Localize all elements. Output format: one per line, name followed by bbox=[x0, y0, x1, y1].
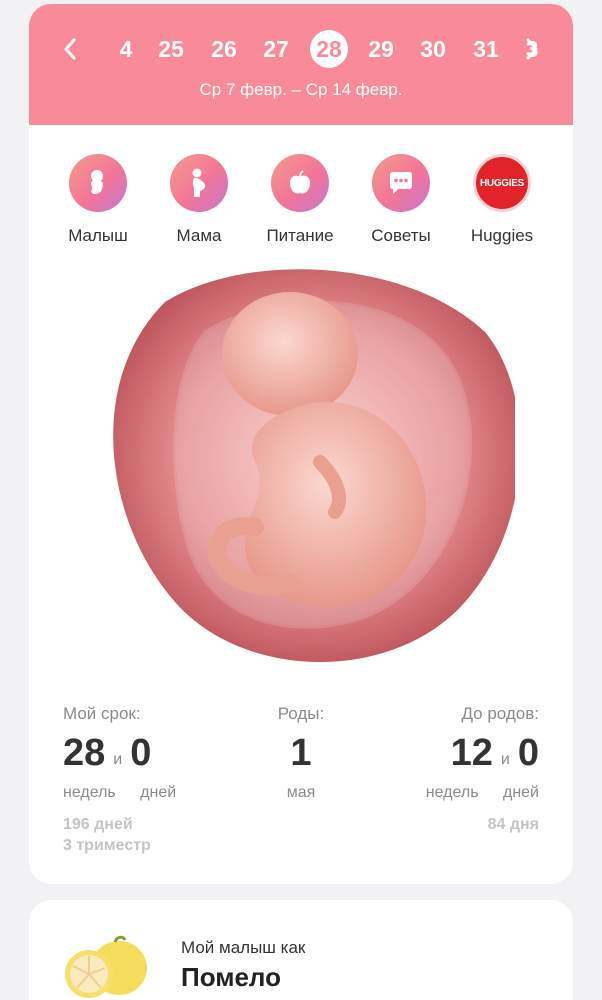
term-label: Мой срок: bbox=[63, 704, 141, 723]
birth-label: Роды: bbox=[277, 704, 325, 723]
until-units: недель дней bbox=[409, 784, 539, 802]
huggies-logo-text: HUGGIES bbox=[479, 177, 525, 189]
week-item[interactable]: 4 bbox=[120, 31, 133, 67]
term-days-value: 0 bbox=[130, 732, 152, 774]
chat-bubble-icon bbox=[372, 154, 430, 212]
chevron-left-icon[interactable] bbox=[57, 35, 85, 63]
until-days-unit: дней bbox=[502, 784, 539, 801]
term-stat: Мой срок: 28 и 0 недель дней 196 дней 3 тр… bbox=[63, 704, 176, 855]
category-nutrition[interactable]: Питание bbox=[250, 154, 350, 246]
category-label: Советы bbox=[371, 226, 431, 245]
huggies-logo: HUGGIES bbox=[473, 154, 531, 212]
category-label: Малыш bbox=[68, 226, 128, 245]
until-days-value: 0 bbox=[517, 732, 539, 774]
week-item-selected[interactable]: 28 bbox=[310, 30, 348, 68]
baby-size-caption: Мой малыш как bbox=[181, 938, 306, 957]
baby-size-fruit-name: Помело bbox=[181, 962, 281, 992]
week-item[interactable]: 27 bbox=[263, 31, 289, 67]
until-values: 12 и 0 bbox=[409, 732, 539, 778]
pomelo-icon bbox=[65, 935, 147, 998]
term-units: недель дней bbox=[63, 784, 176, 802]
birth-values: 1 bbox=[251, 732, 351, 778]
pregnancy-card: 4 25 26 27 28 29 30 31 3 Ср 7 февр. – Ср… bbox=[29, 4, 573, 884]
week-selector: 4 25 26 27 28 29 30 31 3 bbox=[29, 30, 573, 68]
term-weeks-value: 28 bbox=[63, 732, 106, 774]
week-item[interactable]: 29 bbox=[368, 31, 394, 67]
until-total-days: 84 дня bbox=[487, 816, 539, 833]
baby-size-card[interactable]: Мой малыш как Помело bbox=[29, 900, 573, 1000]
until-conjunction: и bbox=[500, 751, 510, 768]
week-item[interactable]: 26 bbox=[211, 31, 237, 67]
category-mom[interactable]: Мама bbox=[149, 154, 249, 246]
term-conjunction: и bbox=[113, 751, 123, 768]
category-label: Huggies bbox=[470, 226, 534, 245]
category-huggies[interactable]: HUGGIES Huggies bbox=[452, 154, 552, 246]
term-days-unit: дней bbox=[140, 784, 177, 801]
category-label: Мама bbox=[176, 226, 222, 245]
fetus-illustration bbox=[113, 269, 515, 662]
birth-month: мая bbox=[286, 784, 316, 801]
birth-units: мая bbox=[251, 784, 351, 802]
category-label: Питание bbox=[266, 226, 334, 245]
birth-day-value: 1 bbox=[290, 732, 312, 774]
until-weeks-value: 12 bbox=[450, 732, 493, 774]
until-weeks-unit: недель bbox=[425, 784, 479, 801]
until-birth-stat: До родов: 12 и 0 недель дней 84 дня bbox=[409, 704, 539, 834]
week-item[interactable]: 30 bbox=[420, 31, 446, 67]
apple-icon bbox=[271, 154, 329, 212]
week-navigator: 4 25 26 27 28 29 30 31 3 Ср 7 февр. – Ср… bbox=[29, 4, 573, 125]
week-item[interactable]: 31 bbox=[473, 31, 499, 67]
term-weeks-unit: недель bbox=[63, 784, 116, 801]
term-trimester: 3 триместр bbox=[63, 837, 151, 854]
birth-stat: Роды: 1 мая bbox=[251, 704, 351, 802]
pregnant-woman-icon bbox=[170, 154, 228, 212]
category-baby[interactable]: Малыш bbox=[48, 154, 148, 246]
until-label: До родов: bbox=[461, 704, 539, 723]
term-values: 28 и 0 bbox=[63, 732, 176, 778]
week-item[interactable]: 25 bbox=[158, 31, 184, 67]
chevron-right-icon[interactable] bbox=[517, 35, 545, 63]
date-range: Ср 7 февр. – Ср 14 февр. bbox=[199, 80, 403, 99]
term-total-days: 196 дней bbox=[63, 816, 133, 833]
baby-icon bbox=[69, 154, 127, 212]
category-tips[interactable]: Советы bbox=[351, 154, 451, 246]
